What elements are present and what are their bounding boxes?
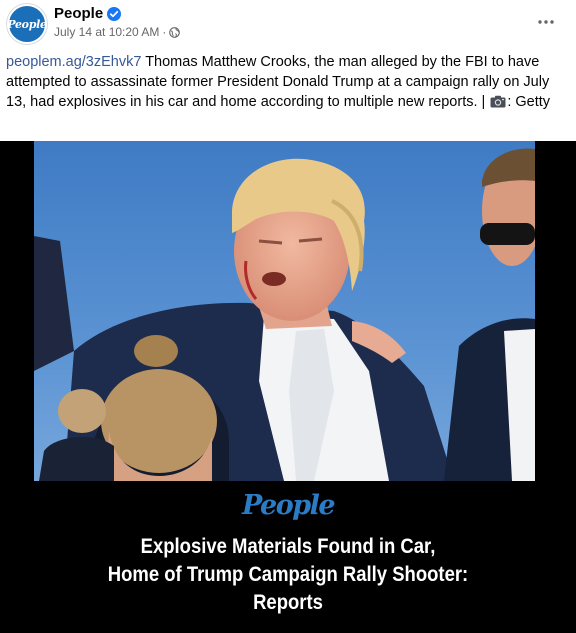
more-options-icon: [538, 20, 554, 24]
post-meta: July 14 at 10:20 AM ·: [54, 25, 181, 39]
more-options-button[interactable]: [534, 10, 558, 34]
avatar-logo-text: People: [7, 17, 47, 31]
post-media[interactable]: People Explosive Materials Found in Car,…: [0, 141, 576, 633]
camera-icon: [490, 95, 506, 108]
page-name-link[interactable]: People: [54, 5, 103, 22]
headline-line: Reports: [253, 591, 323, 614]
page-avatar[interactable]: People: [7, 4, 47, 44]
post-header: People People July 14 at 10:20 AM ·: [0, 0, 576, 44]
post-caption: peoplem.ag/3zEhvk7 Thomas Matthew Crooks…: [6, 52, 566, 112]
globe-icon[interactable]: [169, 26, 181, 38]
people-brand-logo: People: [241, 490, 336, 521]
news-photo[interactable]: [34, 141, 535, 481]
post-timestamp[interactable]: July 14 at 10:20 AM: [54, 25, 159, 39]
news-photo-illustration: [34, 141, 535, 481]
caption-link[interactable]: peoplem.ag/3zEhvk7: [6, 54, 141, 70]
name-row: People: [54, 5, 122, 22]
media-headline: Explosive Materials Found in Car, Home o…: [35, 533, 542, 617]
caption-credit: : Getty: [507, 94, 551, 110]
verified-badge-icon: [107, 6, 122, 21]
headline-line: Home of Trump Campaign Rally Shooter:: [107, 563, 469, 586]
headline-line: Explosive Materials Found in Car,: [140, 535, 436, 558]
meta-separator: ·: [162, 25, 167, 39]
